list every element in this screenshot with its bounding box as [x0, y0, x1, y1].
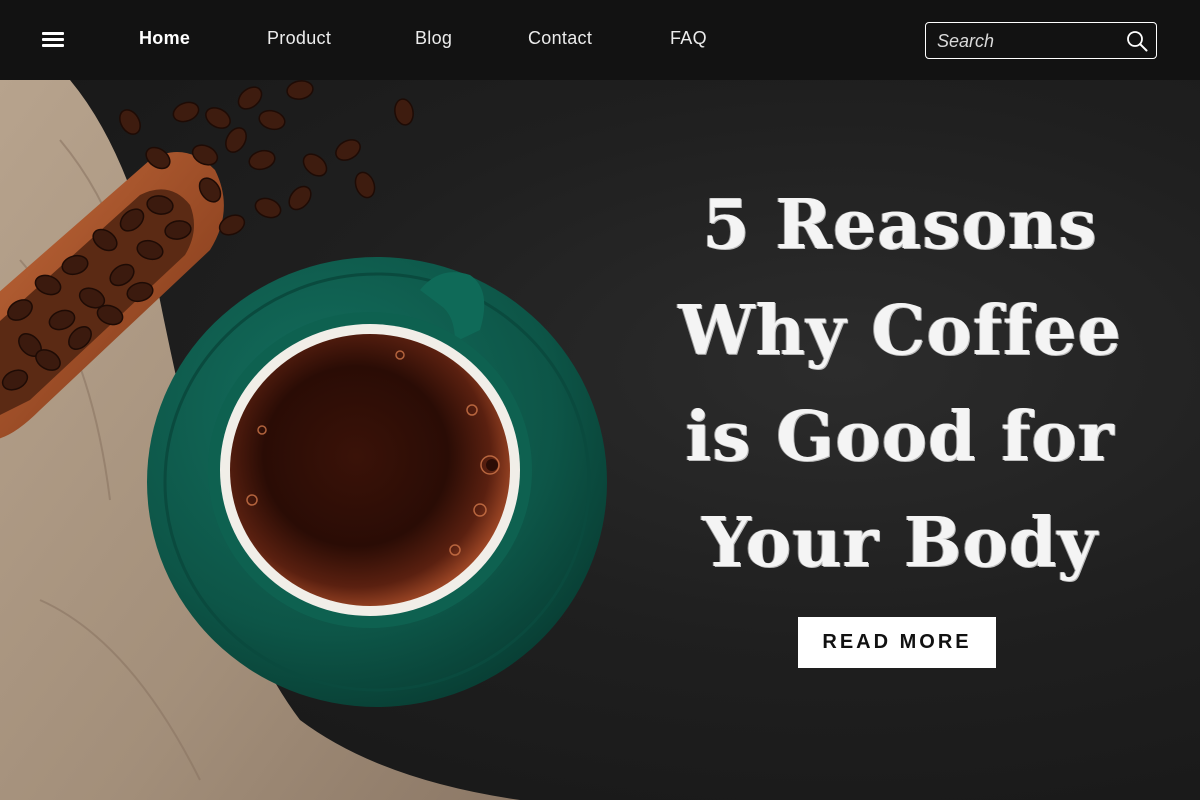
headline-line-3: is Good for: [685, 397, 1115, 477]
hero-headline: 5 Reasons Why Coffee is Good for Your Bo…: [620, 172, 1180, 596]
headline-line-2: Why Coffee: [678, 291, 1122, 371]
nav-link-faq[interactable]: FAQ: [670, 28, 707, 49]
nav-link-home[interactable]: Home: [139, 28, 190, 49]
headline-line-4: Your Body: [702, 503, 1098, 583]
search-icon[interactable]: [1126, 30, 1148, 52]
top-navbar: Home Product Blog Contact FAQ: [0, 0, 1200, 80]
hamburger-menu-icon[interactable]: [42, 30, 66, 50]
nav-link-blog[interactable]: Blog: [415, 28, 452, 49]
nav-link-contact[interactable]: Contact: [528, 28, 592, 49]
nav-link-product[interactable]: Product: [267, 28, 331, 49]
search-box: [925, 22, 1157, 59]
headline-line-1: 5 Reasons: [702, 185, 1098, 265]
search-input[interactable]: [937, 29, 1117, 53]
hero-banner: 5 Reasons Why Coffee is Good for Your Bo…: [0, 80, 1200, 800]
read-more-button[interactable]: READ MORE: [798, 617, 996, 668]
